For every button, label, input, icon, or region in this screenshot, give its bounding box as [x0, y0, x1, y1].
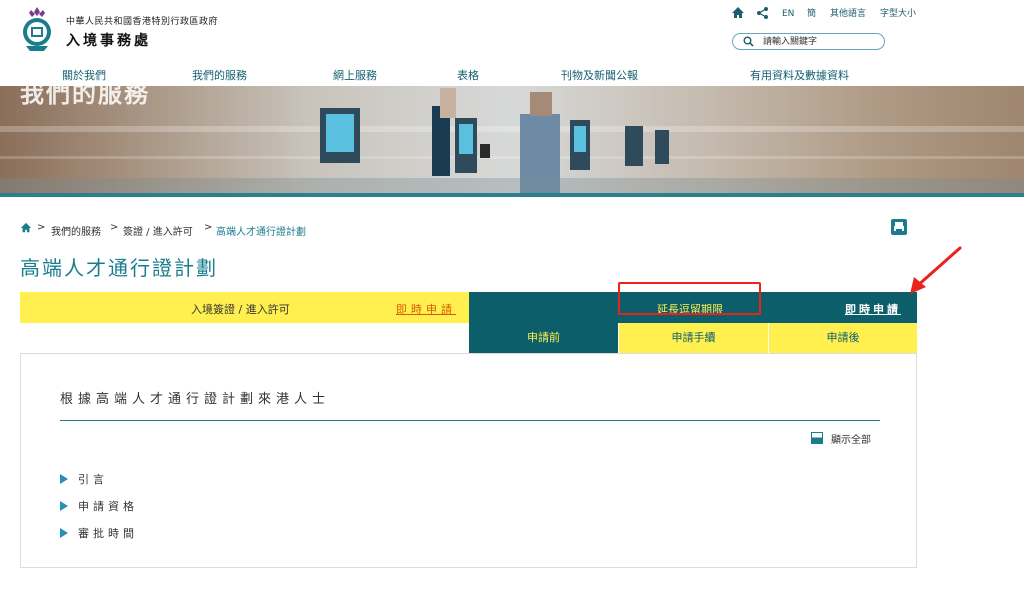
- subtab-before-application[interactable]: 申請前: [469, 323, 618, 353]
- search-input[interactable]: [763, 35, 878, 48]
- other-languages-link[interactable]: 其他語言: [830, 7, 866, 21]
- tab-entry-visa[interactable]: 入境簽證 / 進入許可 即時申請: [20, 292, 469, 323]
- annotation-arrow-icon: [910, 246, 962, 294]
- hkid-logo-icon[interactable]: [20, 6, 54, 52]
- lang-en-link[interactable]: EN: [782, 7, 794, 21]
- triangle-right-icon: [60, 474, 68, 484]
- font-size-link[interactable]: 字型大小: [880, 7, 916, 21]
- home-icon[interactable]: [731, 6, 745, 20]
- breadcrumb-visa-entry[interactable]: 簽證 / 進入許可: [123, 223, 193, 238]
- banner-photo-illustration: [0, 88, 1024, 197]
- show-all-label: 顯示全部: [831, 435, 871, 446]
- nav-useful-info[interactable]: 有用資料及數據資料: [750, 67, 849, 83]
- printer-icon: [894, 222, 904, 232]
- content-panel: 根據高端人才通行證計劃來港人士 顯示全部 引言 申請資格 審批時間: [20, 353, 917, 568]
- accordion-item-label: 申請資格: [78, 500, 138, 513]
- department-name[interactable]: 入境事務處: [66, 30, 151, 50]
- panel-heading: 根據高端人才通行證計劃來港人士: [60, 392, 331, 407]
- annotation-highlight-box: [618, 282, 761, 315]
- nav-online-services[interactable]: 網上服務: [333, 67, 377, 83]
- nav-about-us[interactable]: 關於我們: [62, 67, 106, 83]
- triangle-right-icon: [60, 528, 68, 538]
- breadcrumb-current-page: 高端人才通行證計劃: [216, 227, 306, 238]
- search-box[interactable]: [732, 33, 885, 50]
- apply-now-link-entry-visa[interactable]: 即時申請: [396, 301, 456, 317]
- breadcrumb-separator-icon: >: [204, 222, 213, 233]
- subtab-application-procedure[interactable]: 申請手續: [618, 323, 768, 353]
- apply-now-link-extension[interactable]: 即時申請: [845, 301, 901, 317]
- header: 中華人民共和國香港特別行政區政府 入境事務處 EN 簡 其他語言 字型大小 關於…: [0, 0, 1024, 88]
- breadcrumb-home-icon[interactable]: [20, 222, 32, 234]
- search-icon[interactable]: [743, 36, 754, 47]
- breadcrumb-separator-icon: >: [110, 222, 119, 233]
- accordion-item-label: 引言: [78, 473, 108, 486]
- breadcrumb-separator-icon: >: [37, 222, 46, 233]
- breadcrumb-our-services[interactable]: 我們的服務: [51, 223, 101, 238]
- expand-all-icon: [811, 432, 823, 444]
- subtab-after-application[interactable]: 申請後: [768, 323, 917, 353]
- lang-simplified-link[interactable]: 簡: [807, 7, 816, 21]
- hero-banner: 我們的服務: [0, 86, 1024, 197]
- page-title: 高端人才通行證計劃: [20, 256, 218, 280]
- government-name: 中華人民共和國香港特別行政區政府: [66, 17, 219, 27]
- nav-forms[interactable]: 表格: [457, 67, 479, 83]
- share-icon[interactable]: [756, 6, 770, 20]
- nav-our-services[interactable]: 我們的服務: [192, 67, 247, 83]
- banner-stripe: [0, 193, 1024, 197]
- tab-entry-visa-label: 入境簽證 / 進入許可: [191, 303, 290, 316]
- nav-publications-press[interactable]: 刊物及新聞公報: [561, 67, 638, 83]
- accordion-item-label: 審批時間: [78, 527, 138, 540]
- triangle-right-icon: [60, 501, 68, 511]
- print-button[interactable]: [891, 219, 907, 235]
- panel-divider: [60, 420, 880, 421]
